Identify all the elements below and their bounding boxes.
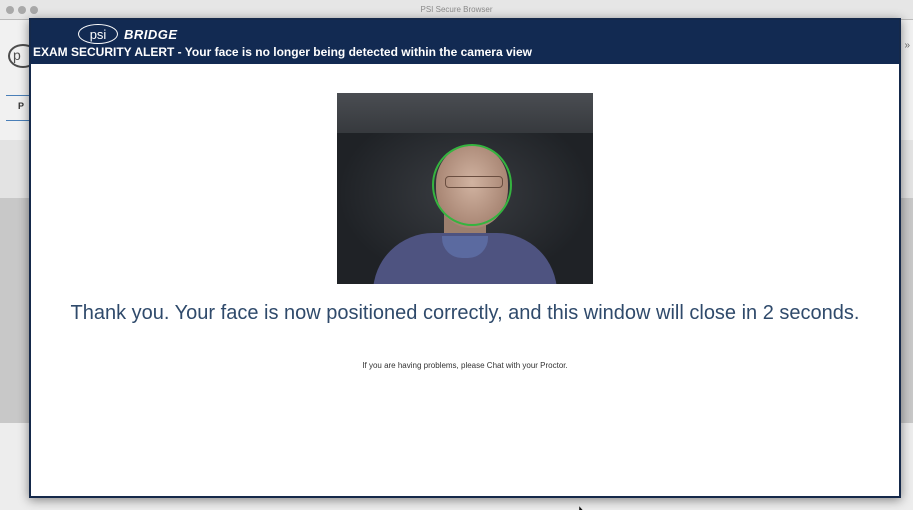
psi-bridge-logo: psi BRIDGE — [78, 23, 178, 45]
security-alert-modal: psi BRIDGE EXAM SECURITY ALERT - Your fa… — [29, 18, 901, 510]
camera-ceiling — [337, 93, 593, 138]
background-logo-letter: p — [13, 47, 21, 63]
modal-header: psi BRIDGE EXAM SECURITY ALERT - Your fa… — [31, 20, 899, 64]
help-text: If you are having problems, please Chat … — [362, 361, 568, 370]
background-titlebar: PSI Secure Browser — [0, 0, 913, 20]
face-detection-ring-icon — [432, 144, 512, 226]
camera-feed — [337, 93, 593, 284]
status-message: Thank you. Your face is now positioned c… — [70, 302, 860, 324]
collapse-chevron-icon[interactable]: » — [904, 40, 910, 51]
psi-logo-oval: psi — [78, 24, 118, 44]
alert-title: EXAM SECURITY ALERT - Your face is no lo… — [33, 45, 532, 59]
background-window-title: PSI Secure Browser — [420, 5, 493, 14]
background-nav-label: P — [18, 101, 25, 111]
bridge-logo-text: BRIDGE — [124, 26, 178, 42]
